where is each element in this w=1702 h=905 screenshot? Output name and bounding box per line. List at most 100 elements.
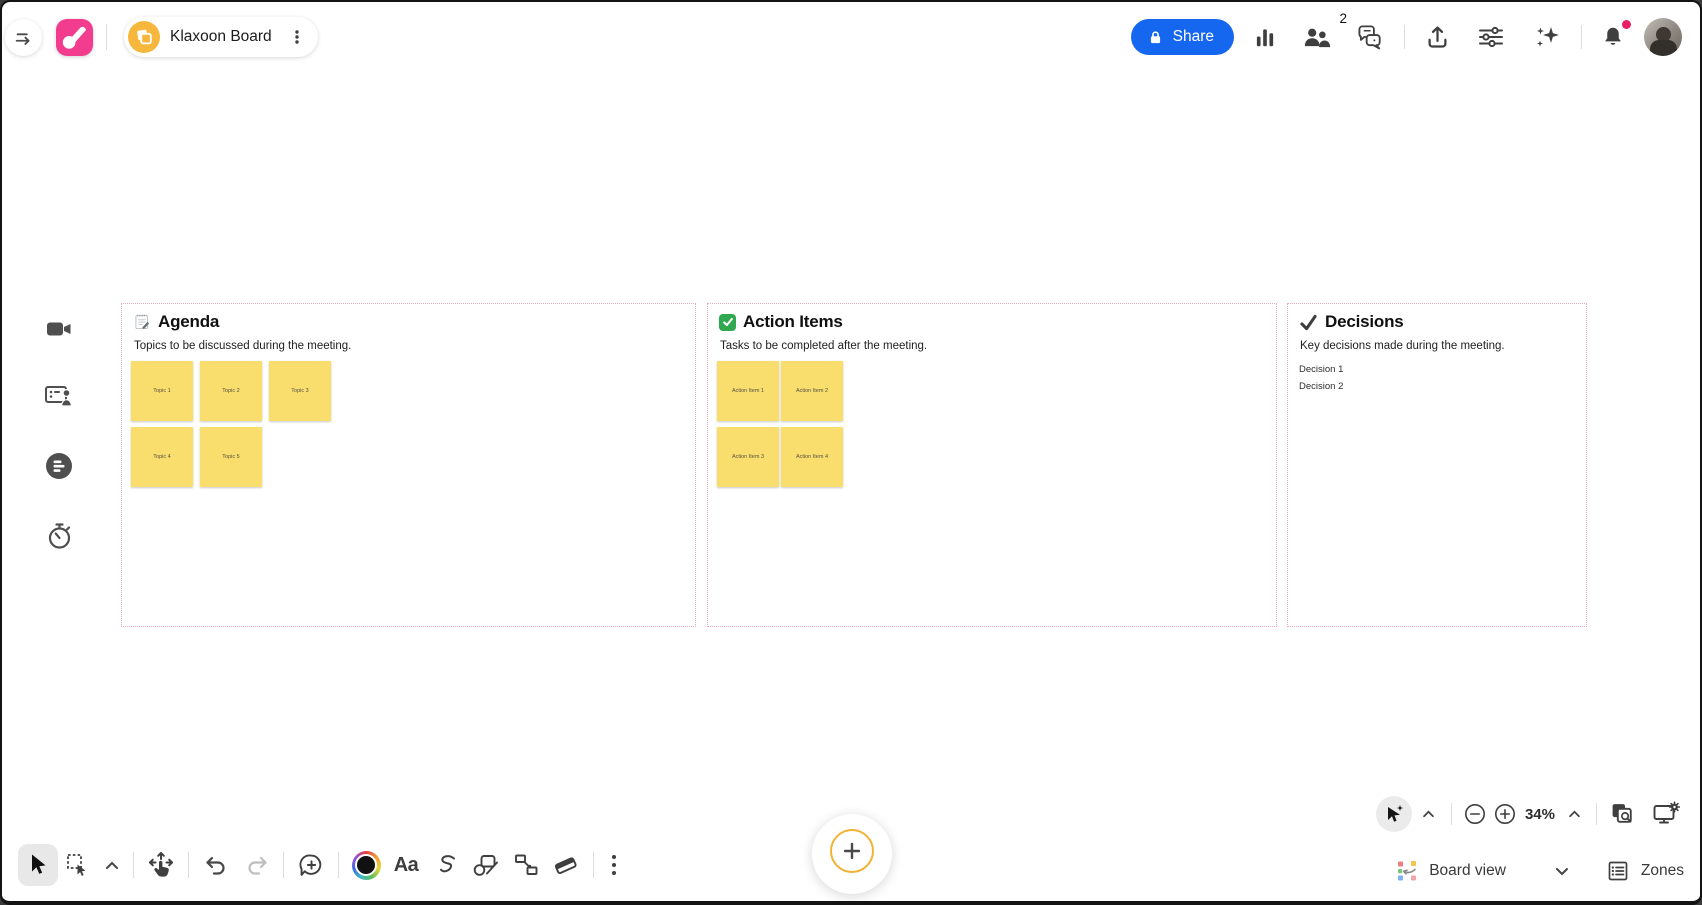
board-title: Klaxoon Board — [170, 28, 272, 46]
ai-tools-button[interactable] — [1523, 18, 1571, 56]
zones-list-icon — [1606, 859, 1630, 883]
frames-overview-button[interactable] — [1606, 796, 1640, 832]
view-controls: Board view Zones — [1396, 853, 1684, 889]
notification-dot — [1622, 20, 1631, 29]
rail-questions-button[interactable] — [42, 449, 76, 483]
footer-divider — [1596, 803, 1597, 825]
zone-title: Agenda — [158, 312, 219, 332]
decision-text[interactable]: Decision 2 — [1299, 381, 1343, 392]
zoom-out-icon — [1464, 803, 1486, 825]
zone-action-items[interactable]: Action Items Tasks to be completed after… — [707, 303, 1277, 627]
sticky-note[interactable]: Topic 5 — [200, 427, 262, 487]
bell-icon — [1600, 24, 1626, 50]
topbar-divider — [106, 24, 107, 50]
redo-button[interactable] — [236, 844, 276, 886]
rail-video-button[interactable] — [42, 312, 76, 346]
add-element-fab[interactable] — [812, 814, 892, 894]
marquee-select-icon — [65, 852, 91, 878]
more-tools-button[interactable] — [601, 844, 627, 886]
rail-whiteboard-button[interactable] — [42, 379, 76, 413]
frames-search-icon — [1610, 801, 1637, 827]
timer-icon — [45, 521, 74, 551]
zone-title: Action Items — [743, 312, 843, 332]
avatar[interactable] — [1644, 18, 1682, 56]
export-button[interactable] — [1415, 18, 1459, 56]
shapes-tool-button[interactable] — [466, 844, 506, 886]
sidebar-toggle-button[interactable] — [5, 19, 42, 56]
fab-ring — [830, 829, 874, 873]
toolbar-divider — [338, 852, 339, 878]
sticky-note[interactable]: Topic 3 — [269, 361, 331, 421]
question-list-icon — [44, 451, 74, 481]
toolbar-divider — [283, 852, 284, 878]
comments-button[interactable] — [1348, 18, 1394, 56]
toolbar-divider — [593, 852, 594, 878]
redo-icon — [243, 853, 270, 878]
bar-chart-icon — [1252, 24, 1278, 50]
undo-button[interactable] — [196, 844, 236, 886]
pointer-options-expander[interactable] — [1416, 796, 1442, 832]
sticky-note[interactable]: Topic 1 — [131, 361, 193, 421]
zone-agenda[interactable]: Agenda Topics to be discussed during the… — [121, 303, 696, 627]
display-settings-button[interactable] — [1648, 796, 1684, 832]
zoom-in-button[interactable] — [1491, 796, 1519, 832]
sticky-note[interactable]: Action Item 3 — [717, 427, 779, 487]
sticky-note[interactable]: Topic 4 — [131, 427, 193, 487]
color-picker-button[interactable] — [346, 844, 386, 886]
zones-label[interactable]: Zones — [1641, 862, 1684, 880]
sticky-note[interactable]: Topic 2 — [200, 361, 262, 421]
zones-panel-button[interactable] — [1604, 857, 1632, 885]
select-tool-button[interactable] — [18, 844, 58, 886]
zoom-level[interactable]: 34% — [1525, 806, 1555, 823]
marquee-select-button[interactable] — [58, 844, 98, 886]
notifications-button[interactable] — [1592, 18, 1634, 56]
sticky-note[interactable]: Action Item 1 — [717, 361, 779, 421]
follow-pointer-icon — [1382, 802, 1406, 826]
board-view-label[interactable]: Board view — [1429, 862, 1506, 880]
pen-scribble-icon — [433, 852, 459, 878]
zone-decisions-header: Decisions — [1299, 312, 1404, 332]
dark-check-icon — [1299, 314, 1318, 331]
zone-description: Topics to be discussed during the meetin… — [134, 340, 351, 352]
plus-icon — [843, 842, 861, 860]
zone-description: Tasks to be completed after the meeting. — [720, 340, 927, 352]
topbar-divider — [1404, 25, 1405, 49]
vertical-ellipsis-icon — [611, 854, 617, 876]
klaxoon-logo[interactable] — [56, 19, 93, 56]
decision-text[interactable]: Decision 1 — [1299, 364, 1343, 375]
zone-action-items-header: Action Items — [719, 312, 843, 332]
lock-icon — [1147, 29, 1164, 46]
board-view-dropdown[interactable] — [1550, 859, 1574, 883]
text-tool-icon: Aa — [394, 854, 419, 877]
participants-button[interactable]: 2 — [1294, 18, 1340, 56]
settings-button[interactable] — [1467, 18, 1515, 56]
video-camera-icon — [44, 316, 74, 342]
sidebar-toggle-icon — [13, 27, 35, 49]
connector-tool-button[interactable] — [506, 844, 546, 886]
pan-tool-button[interactable] — [141, 844, 181, 886]
board-view-icon — [1396, 859, 1420, 883]
chat-bubbles-icon — [1356, 23, 1387, 51]
zoom-options-expander[interactable] — [1561, 796, 1587, 832]
eraser-tool-button[interactable] — [546, 844, 586, 886]
zone-decisions[interactable]: Decisions Key decisions made during the … — [1287, 303, 1587, 627]
sticky-note[interactable]: Action Item 4 — [781, 427, 843, 487]
select-tool-expander[interactable] — [98, 844, 126, 886]
stats-button[interactable] — [1244, 18, 1286, 56]
board-menu-kebab-icon[interactable] — [282, 22, 312, 52]
share-button[interactable]: Share — [1131, 19, 1234, 55]
zoom-out-button[interactable] — [1461, 796, 1489, 832]
chevron-down-icon — [1555, 867, 1569, 876]
rail-timer-button[interactable] — [42, 519, 76, 553]
topbar-actions: Share 2 — [1131, 18, 1682, 56]
sticky-note[interactable]: Action Item 2 — [781, 361, 843, 421]
pen-tool-button[interactable] — [426, 844, 466, 886]
participants-icon — [1302, 24, 1332, 50]
upload-icon — [1424, 24, 1451, 51]
add-comment-button[interactable] — [291, 844, 331, 886]
text-tool-button[interactable]: Aa — [386, 844, 426, 886]
board-title-pill[interactable]: Klaxoon Board — [124, 17, 318, 57]
follow-pointer-button[interactable] — [1376, 796, 1412, 832]
zoom-in-icon — [1494, 803, 1516, 825]
klaxoon-board-app: Klaxoon Board Share — [0, 0, 1702, 905]
